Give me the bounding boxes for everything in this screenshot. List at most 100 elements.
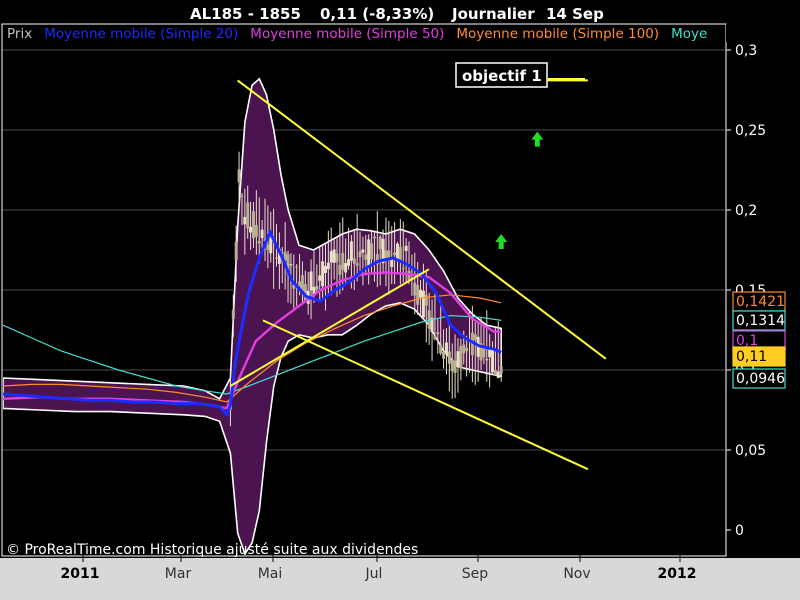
price-labels: 0,14210,13140,10,110,0946 [732,291,786,389]
price-bar-body [493,369,497,376]
price-bar-body [295,266,299,268]
price-bar-body [341,253,345,270]
legend-item: Moyenne mobile (Simple 50) [250,26,444,42]
price-bar-body [367,239,371,266]
date-label: 14 Sep [546,5,604,23]
legend-item: Moyenne mobile (Simple 100) [456,26,659,42]
price-bar-body [378,236,382,249]
x-tick-label: 2011 [61,566,100,582]
price-bar-body [249,226,253,233]
price-bar-body [419,289,423,298]
price-bar-body [234,241,238,261]
price-bar-body [289,264,293,266]
price-bar-body [321,261,325,287]
price-bar-body [442,351,446,359]
y-tick-label: 0,3 [735,43,757,59]
price-bar-body [257,240,261,244]
price-bar-body [318,275,322,281]
legend: Prix Moyenne mobile (Simple 20) Moyenne mo… [7,24,800,42]
price-label: 0,1314 [736,313,785,329]
price-change: 0,11 (-8,33%) [320,5,434,23]
price-bar-body [456,351,460,367]
price-bar-body [266,244,270,250]
price-bar-body [496,371,500,379]
price-bar-body [347,259,351,266]
legend-mask [726,24,800,42]
x-tick-label: Nov [563,566,590,582]
copyright-footer: © ProRealTime.com Historique ajusté suit… [6,542,418,558]
price-bar-body [450,359,454,372]
price-bar-body [237,169,241,183]
price-bar-body [401,267,405,269]
price-bar-body [436,332,440,334]
price-bar-body [332,249,336,263]
period-label: Journalier [451,5,535,23]
price-bar-body [444,342,448,355]
price-bar-body [352,258,356,264]
price-bar-body [315,285,319,290]
legend-item: Prix [7,26,32,42]
price-bar-body [447,351,451,364]
price-bar-body [231,309,235,320]
price-bar-body [349,241,353,261]
price-bar-body [465,347,469,352]
price-bar-body [355,263,359,266]
x-tick-label: 2012 [658,566,697,582]
y-tick-label: 0,25 [735,123,766,139]
price-bar-body [491,348,495,373]
price-bar-body [433,335,437,340]
price-bar-body [416,285,420,305]
y-tick-label: 0,2 [735,203,757,219]
price-bar-body [240,195,244,197]
price-label: 0,1421 [736,294,785,310]
price-bar-body [488,349,492,358]
price-bar-body [361,249,365,253]
price-bar-body [338,264,342,275]
price-bar-body [370,243,374,260]
stock-chart: AL185 - 1855 0,11 (-8,33%) Journalier 14… [0,0,800,600]
price-bar-body [499,366,503,374]
price-bar-body [269,237,273,254]
legend-item: Moye [671,26,707,42]
price-bar-body [424,294,428,306]
price-bar-body [358,251,362,258]
price-bar-body [439,344,443,354]
price-bar-body [243,216,247,225]
price-bar-body [421,290,425,318]
x-tick-label: Sep [462,566,489,582]
price-bar-body [462,344,466,354]
price-bar-body [326,262,330,270]
price-bar-body [427,310,431,329]
price-bar-body [254,225,258,237]
price-bar-body [323,265,327,273]
price-bar-body [275,257,279,259]
price-bar-body [398,246,402,261]
price-bar-body [251,211,255,239]
price-bar-body [364,254,368,260]
price-bar-body [309,271,313,291]
symbol-title: AL185 - 1855 [190,5,301,23]
objectif-label: objectif 1 [462,67,542,85]
price-bar-body [482,348,486,358]
price-label: 0,0946 [736,371,785,387]
price-bar-body [413,282,417,296]
x-tick-label: Mar [165,566,192,582]
price-bar-body [404,245,408,252]
price-bar-body [372,236,376,239]
price-bar-body [485,359,489,361]
price-bar-body [344,263,348,273]
price-bar-body [260,229,264,239]
price-bar-body [473,334,477,340]
price-bar-body [300,275,304,292]
price-bar-body [329,251,333,263]
x-tick-label: Jul [365,566,383,582]
price-bar-body [453,360,457,374]
y-tick-label: 0 [735,523,744,539]
price-label: 0,11 [736,349,767,365]
price-bar-body [246,202,250,229]
price-bar-body [459,346,463,369]
y-tick-label: 0,05 [735,443,766,459]
x-tick-label: Mai [258,566,283,582]
price-bar-body [393,252,397,256]
legend-item: Moyenne mobile (Simple 20) [44,26,238,42]
